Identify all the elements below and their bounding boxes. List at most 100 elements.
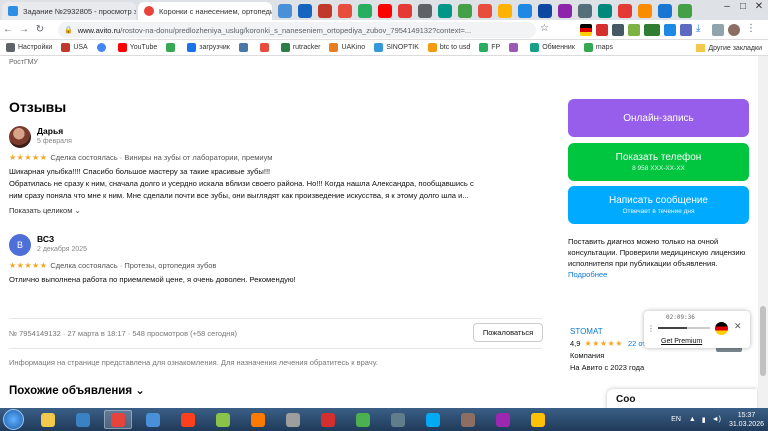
bookmark[interactable]: Настройки bbox=[6, 43, 52, 52]
bookmark[interactable]: Обменник bbox=[530, 43, 575, 52]
taskbar-app-app15[interactable] bbox=[524, 410, 552, 429]
browser-tab-task[interactable]: Задание №2932805 - просмотр з ✕ bbox=[2, 2, 136, 20]
start-button[interactable] bbox=[3, 409, 24, 430]
pinned-tab[interactable] bbox=[398, 4, 412, 18]
download-icon[interactable]: ⤓ bbox=[696, 23, 708, 35]
url-input[interactable]: 🔒 www.avito.ru/rostov-na-donu/predlozhen… bbox=[58, 22, 536, 38]
pinned-tab[interactable] bbox=[498, 4, 512, 18]
extension-icon[interactable] bbox=[628, 24, 640, 36]
reviewer-name[interactable]: Дарья bbox=[37, 126, 63, 136]
get-premium-link[interactable]: Get Premium bbox=[661, 338, 702, 345]
avatar[interactable] bbox=[9, 126, 31, 148]
ltc-price-icon[interactable] bbox=[644, 24, 660, 36]
review-text-line: Шикарная улыбка!!!! Спасибо большое маст… bbox=[9, 167, 271, 176]
bookmark[interactable] bbox=[259, 43, 272, 52]
taskbar-app-wmp[interactable] bbox=[69, 410, 97, 429]
more-details-link[interactable]: Подробнее bbox=[568, 270, 607, 279]
taskbar-app-yandex[interactable] bbox=[174, 410, 202, 429]
pinned-tab[interactable] bbox=[458, 4, 472, 18]
bookmark[interactable]: загрузчик bbox=[187, 43, 230, 52]
bookmark[interactable]: USA bbox=[61, 43, 88, 52]
taskbar-app-chrome[interactable] bbox=[104, 410, 132, 429]
pinned-tab[interactable] bbox=[538, 4, 552, 18]
more-options-icon[interactable]: ⋮ bbox=[647, 324, 655, 333]
back-icon[interactable]: ← bbox=[0, 24, 16, 35]
network-icon[interactable]: ▮ bbox=[702, 416, 706, 424]
pinned-tab[interactable] bbox=[338, 4, 352, 18]
star-icon[interactable]: ☆ bbox=[540, 23, 552, 35]
bookmark[interactable] bbox=[166, 43, 178, 52]
similar-listings-title[interactable]: Похожие объявления ⌄ bbox=[9, 383, 145, 397]
subscribe-button[interactable]: Соо bbox=[607, 389, 757, 408]
bookmark[interactable]: SINOPTIK bbox=[374, 43, 419, 52]
taskbar-app-explorer[interactable] bbox=[34, 410, 62, 429]
profile-avatar-icon[interactable] bbox=[728, 24, 740, 36]
seller-name[interactable]: STOMAT bbox=[570, 327, 603, 336]
taskbar-app-app11[interactable] bbox=[384, 410, 412, 429]
extension-icon[interactable] bbox=[712, 24, 724, 36]
bookmark[interactable] bbox=[238, 43, 251, 52]
close-icon[interactable]: ✕ bbox=[734, 321, 742, 332]
pinned-tab[interactable] bbox=[378, 4, 392, 18]
pinned-tab[interactable] bbox=[298, 4, 312, 18]
clock[interactable]: 15:37 31.03.2026 bbox=[729, 411, 764, 429]
complain-button[interactable]: Пожаловаться bbox=[473, 323, 543, 342]
taskbar-app-app13[interactable] bbox=[454, 410, 482, 429]
pinned-tab[interactable] bbox=[618, 4, 632, 18]
browser-tab-avito[interactable]: Коронки с нанесением, ортопедия ✕ bbox=[138, 2, 272, 20]
taskbar-app-monitor[interactable] bbox=[209, 410, 237, 429]
taskbar-app-globe[interactable] bbox=[139, 410, 167, 429]
pinned-tab[interactable] bbox=[638, 4, 652, 18]
volume-icon[interactable]: ◄) bbox=[712, 416, 721, 423]
reviewer-name[interactable]: ВСЗ bbox=[37, 234, 54, 244]
pinned-tab[interactable] bbox=[358, 4, 372, 18]
pinned-tab[interactable] bbox=[478, 4, 492, 18]
extension-icon[interactable] bbox=[664, 24, 676, 36]
pinned-tab[interactable] bbox=[418, 4, 432, 18]
bookmark[interactable]: rutracker bbox=[280, 43, 320, 52]
pinned-tab[interactable] bbox=[278, 4, 292, 18]
online-booking-button[interactable]: Онлайн-запись bbox=[568, 99, 749, 137]
pinned-tab[interactable] bbox=[598, 4, 612, 18]
bookmark[interactable]: maps bbox=[583, 43, 613, 52]
bookmark[interactable]: btc to usd bbox=[427, 43, 470, 52]
pinned-tab[interactable] bbox=[558, 4, 572, 18]
write-message-button[interactable]: Написать сообщение Отвечает в течение дн… bbox=[568, 186, 749, 224]
extension-icon[interactable] bbox=[680, 24, 692, 36]
reload-icon[interactable]: ↻ bbox=[32, 24, 48, 35]
taskbar-app-disk[interactable] bbox=[279, 410, 307, 429]
germany-flag-icon[interactable] bbox=[715, 322, 728, 335]
previous-section-text: РостГМУ bbox=[9, 59, 38, 66]
pinned-tab[interactable] bbox=[438, 4, 452, 18]
pinned-tab[interactable] bbox=[518, 4, 532, 18]
flag-de-extension-icon[interactable] bbox=[580, 24, 592, 36]
page-scrollbar[interactable] bbox=[758, 56, 768, 408]
bookmark[interactable] bbox=[96, 43, 109, 52]
bookmark[interactable]: FP bbox=[479, 43, 500, 52]
extension-icon[interactable] bbox=[596, 24, 608, 36]
taskbar-app-app12[interactable] bbox=[419, 410, 447, 429]
pinned-tab[interactable] bbox=[658, 4, 672, 18]
forward-icon[interactable]: → bbox=[16, 24, 32, 35]
extension-icon[interactable] bbox=[612, 24, 624, 36]
taskbar-app-64[interactable] bbox=[314, 410, 342, 429]
pinned-tab[interactable] bbox=[318, 4, 332, 18]
other-bookmarks[interactable]: Другие закладки bbox=[696, 40, 762, 55]
taskbar-app-app10[interactable] bbox=[349, 410, 377, 429]
menu-icon[interactable]: ⋮ bbox=[746, 23, 758, 35]
scrollbar-thumb[interactable] bbox=[760, 306, 766, 376]
avatar[interactable]: В bbox=[9, 234, 31, 256]
tray-arrow-icon[interactable]: ▲ bbox=[689, 416, 696, 423]
pinned-tab[interactable] bbox=[578, 4, 592, 18]
bookmark[interactable]: UAKino bbox=[329, 43, 365, 52]
show-phone-button[interactable]: Показать телефон 8 958 XXX-XX-XX bbox=[568, 143, 749, 181]
pinned-tab[interactable] bbox=[678, 4, 692, 18]
taskbar-app-app14[interactable] bbox=[489, 410, 517, 429]
bookmark[interactable]: YouTube bbox=[117, 43, 157, 52]
playback-progress[interactable] bbox=[658, 327, 710, 329]
close-window-icon[interactable]: ✕ bbox=[750, 1, 768, 12]
bookmark[interactable] bbox=[509, 43, 521, 52]
show-more-link[interactable]: Показать целиком ⌄ bbox=[9, 206, 81, 215]
taskbar-app-media[interactable] bbox=[244, 410, 272, 429]
language-indicator[interactable]: EN bbox=[671, 416, 681, 423]
